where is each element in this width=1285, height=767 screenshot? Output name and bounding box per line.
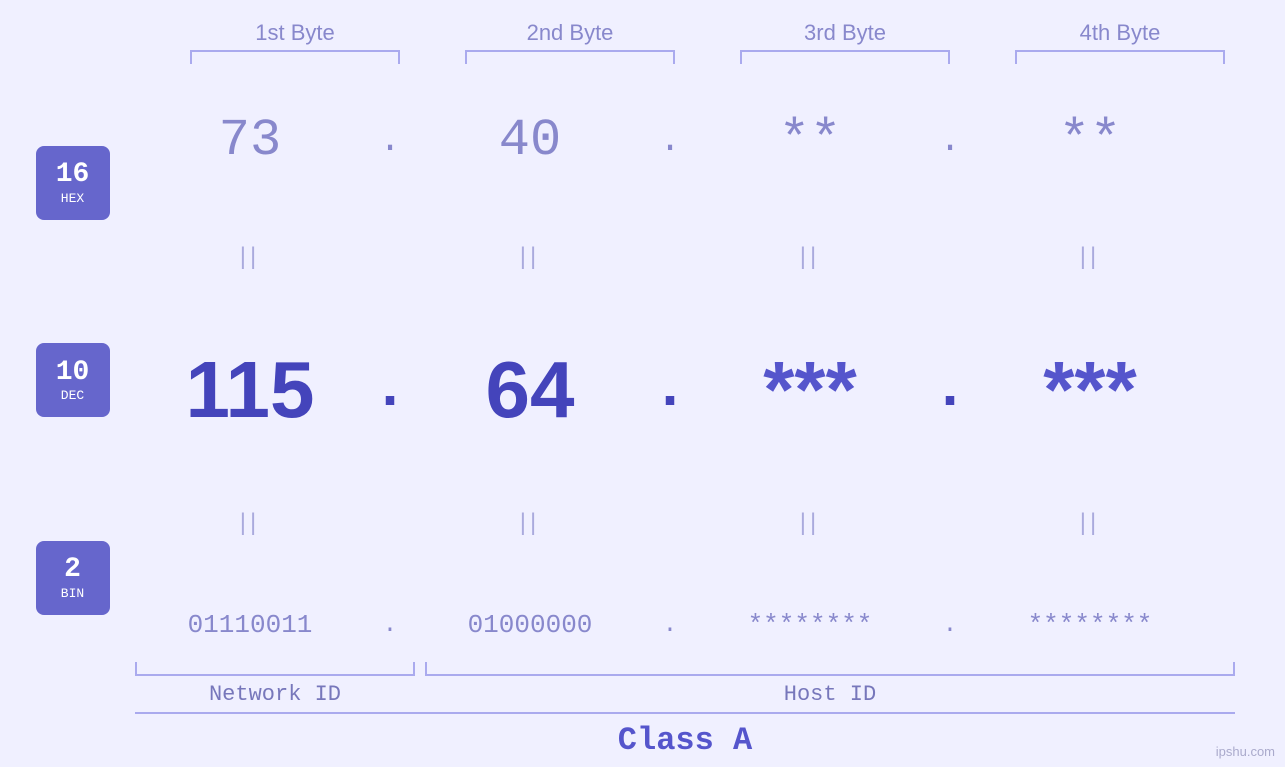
bracket-4 [1015, 50, 1225, 64]
byte-headers: 1st Byte 2nd Byte 3rd Byte 4th Byte [158, 20, 1258, 46]
hex-byte1-value: 73 [219, 111, 281, 170]
hex-byte2-value: 40 [499, 111, 561, 170]
eq1-b2: || [415, 243, 645, 271]
byte4-header: 4th Byte [1000, 20, 1240, 46]
dec-dot2-symbol: . [652, 356, 688, 424]
hex-byte3-value: ** [779, 111, 841, 170]
bin-row: 01110011 . 01000000 . ******** . [135, 610, 1285, 640]
dec-dot2: . [645, 356, 695, 424]
network-bracket [135, 662, 415, 676]
bin-dot2-symbol: . [663, 612, 677, 639]
bin-byte2-value: 01000000 [468, 610, 593, 640]
dec-row: 115 . 64 . *** . *** [135, 344, 1285, 436]
dec-byte4: *** [975, 344, 1205, 436]
footer: ipshu.com [1216, 744, 1275, 759]
top-brackets [158, 50, 1258, 64]
footer-site: ipshu.com [1216, 744, 1275, 759]
hex-dot3: . [925, 120, 975, 161]
bin-byte4-value: ******** [1028, 610, 1153, 640]
eq2-b1: || [135, 509, 365, 537]
badges-column: 16 HEX 10 DEC 2 BIN [0, 74, 135, 767]
byte1-header: 1st Byte [175, 20, 415, 46]
bin-byte4: ******** [975, 610, 1205, 640]
bin-badge-number: 2 [64, 555, 81, 586]
dec-byte1-value: 115 [185, 344, 314, 436]
host-bracket [425, 662, 1235, 676]
host-id-label: Host ID [425, 682, 1235, 707]
network-id-label: Network ID [135, 682, 415, 707]
dec-badge-number: 10 [56, 358, 90, 389]
bracket-2 [465, 50, 675, 64]
bin-byte2: 01000000 [415, 610, 645, 640]
hex-badge-label: HEX [61, 191, 84, 206]
bin-dot3: . [925, 612, 975, 639]
eq1-b3: || [695, 243, 925, 271]
bottom-brackets [135, 662, 1235, 676]
bracket-3 [740, 50, 950, 64]
dec-dot3: . [925, 356, 975, 424]
bin-byte1: 01110011 [135, 610, 365, 640]
dec-byte3: *** [695, 344, 925, 436]
hex-row: 73 . 40 . ** . ** [135, 111, 1285, 170]
hex-dot2-symbol: . [659, 120, 681, 161]
eq2-b3: || [695, 509, 925, 537]
eq2-b4: || [975, 509, 1205, 537]
hex-byte1: 73 [135, 111, 365, 170]
hex-dot1: . [365, 120, 415, 161]
dec-dot1: . [365, 356, 415, 424]
bottom-section: Network ID Host ID [135, 662, 1235, 707]
hex-dot1-symbol: . [379, 120, 401, 161]
bin-dot1: . [365, 612, 415, 639]
eq1-b1: || [135, 243, 365, 271]
dec-badge-label: DEC [61, 388, 84, 403]
class-label: Class A [618, 722, 752, 759]
dec-byte2: 64 [415, 344, 645, 436]
byte2-header: 2nd Byte [450, 20, 690, 46]
dec-byte4-value: *** [1043, 344, 1136, 436]
hex-dot3-symbol: . [939, 120, 961, 161]
bin-byte3-value: ******** [748, 610, 873, 640]
dec-byte3-value: *** [763, 344, 856, 436]
eq1-b4: || [975, 243, 1205, 271]
hex-byte4-value: ** [1059, 111, 1121, 170]
hex-byte4: ** [975, 111, 1205, 170]
bin-dot2: . [645, 612, 695, 639]
bin-byte1-value: 01110011 [188, 610, 313, 640]
bin-badge-label: BIN [61, 586, 84, 601]
hex-byte2: 40 [415, 111, 645, 170]
dec-badge: 10 DEC [36, 343, 110, 417]
main-container: 1st Byte 2nd Byte 3rd Byte 4th Byte 16 H… [0, 0, 1285, 767]
eq2-b2: || [415, 509, 645, 537]
dec-dot3-symbol: . [932, 356, 968, 424]
hex-byte3: ** [695, 111, 925, 170]
bracket-1 [190, 50, 400, 64]
bottom-labels: Network ID Host ID [135, 682, 1235, 707]
bin-dot3-symbol: . [943, 612, 957, 639]
class-section: Class A [135, 712, 1235, 767]
dec-byte1: 115 [135, 344, 365, 436]
bin-dot1-symbol: . [383, 612, 397, 639]
bin-byte3: ******** [695, 610, 925, 640]
eq-row-1: || || || || [135, 243, 1285, 271]
bin-badge: 2 BIN [36, 541, 110, 615]
hex-badge-number: 16 [56, 160, 90, 191]
dec-byte2-value: 64 [486, 344, 575, 436]
byte3-header: 3rd Byte [725, 20, 965, 46]
hex-badge: 16 HEX [36, 146, 110, 220]
hex-dot2: . [645, 120, 695, 161]
eq-row-2: || || || || [135, 509, 1285, 537]
dec-dot1-symbol: . [372, 356, 408, 424]
